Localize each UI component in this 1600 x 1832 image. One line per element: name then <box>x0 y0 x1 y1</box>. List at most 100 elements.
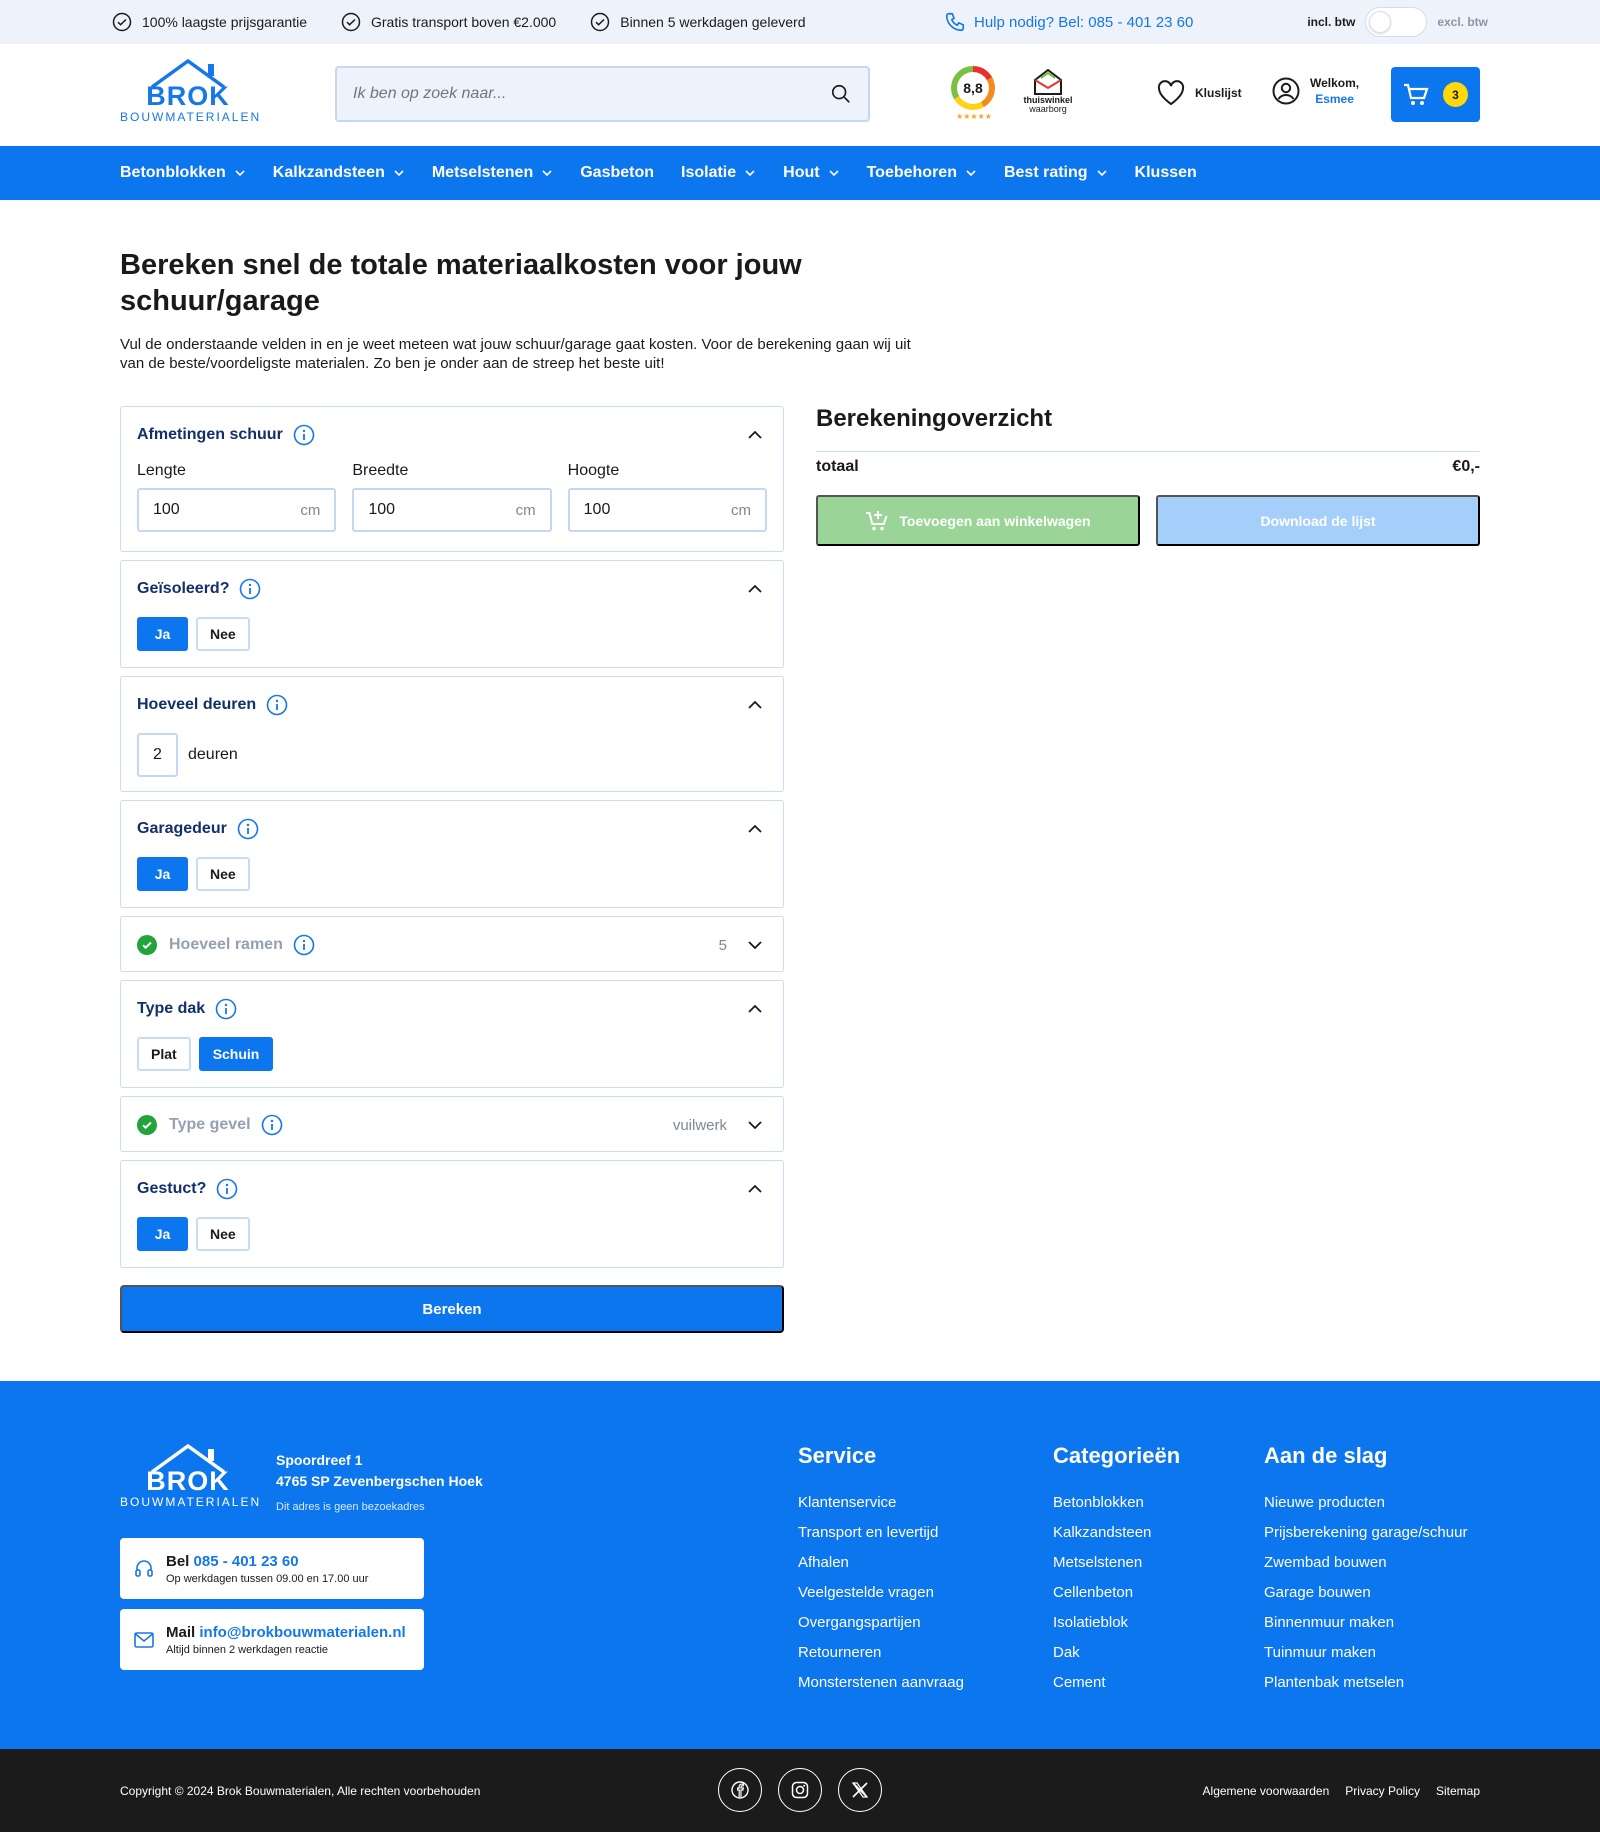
footer-link[interactable]: Monsterstenen aanvraag <box>798 1668 964 1698</box>
footer-link[interactable]: Garage bouwen <box>1264 1578 1467 1608</box>
wishlist-link[interactable]: Kluslijst <box>1157 80 1242 106</box>
footer-link[interactable]: Nieuwe producten <box>1264 1488 1467 1518</box>
thuiswinkel-badge[interactable]: thuiswinkel waarborg <box>1018 68 1078 114</box>
footer-link[interactable]: Zwembad bouwen <box>1264 1548 1467 1578</box>
check-circle-icon <box>341 12 361 32</box>
nav-item-kalkzandsteen[interactable]: Kalkzandsteen <box>273 164 405 182</box>
logo-subtitle: BOUWMATERIALEN <box>120 1495 262 1509</box>
footer-link[interactable]: Binnenmuur maken <box>1264 1608 1467 1638</box>
info-icon[interactable] <box>293 424 315 446</box>
help-phone-link[interactable]: Hulp nodig? Bel: 085 - 401 23 60 <box>944 0 1193 44</box>
nav-item-metselstenen[interactable]: Metselstenen <box>432 164 553 182</box>
windows-header[interactable]: Hoeveel ramen 5 <box>121 917 783 973</box>
mail-link[interactable]: info@brokbouwmaterialen.nl <box>199 1624 405 1641</box>
download-list-button[interactable]: Download de lijst <box>1156 495 1480 546</box>
instagram-icon[interactable] <box>778 1768 822 1812</box>
chevron-up-icon[interactable] <box>747 1001 763 1017</box>
info-icon[interactable] <box>261 1114 283 1136</box>
calculate-button[interactable]: Bereken <box>120 1285 784 1333</box>
review-rating-badge[interactable]: 8,8 ★★★★★ <box>951 66 997 121</box>
legal-link[interactable]: Algemene voorwaarden <box>1203 1784 1330 1798</box>
dimension-fields: Lengte 100 cm Breedte 100 cm Hoogte 100 cm <box>121 462 783 532</box>
footer-call-box[interactable]: Bel 085 - 401 23 60 Op werkdagen tussen … <box>120 1538 424 1599</box>
info-icon[interactable] <box>216 1178 238 1200</box>
x-twitter-icon[interactable] <box>838 1768 882 1812</box>
footer-link[interactable]: Isolatieblok <box>1053 1608 1180 1638</box>
search-icon[interactable] <box>830 83 852 105</box>
footer-link[interactable]: Cement <box>1053 1668 1180 1698</box>
roof-type-options: Plat Schuin <box>121 1037 783 1071</box>
footer-column-categories: Categorieën Betonblokken Kalkzandsteen Met… <box>1053 1443 1180 1698</box>
logo[interactable]: BROK BOUWMATERIALEN <box>120 58 259 134</box>
windows-section: Hoeveel ramen 5 <box>120 916 784 972</box>
footer-link[interactable]: Transport en levertijd <box>798 1518 964 1548</box>
vat-toggle[interactable] <box>1365 7 1428 37</box>
search-input[interactable] <box>353 85 793 103</box>
dimensions-header[interactable]: Afmetingen schuur <box>121 407 783 462</box>
roof-type-header[interactable]: Type dak <box>121 981 783 1037</box>
add-to-cart-button[interactable]: Toevoegen aan winkelwagen <box>816 495 1140 546</box>
nav-item-hout[interactable]: Hout <box>783 164 839 182</box>
info-icon[interactable] <box>215 998 237 1020</box>
footer-link[interactable]: Cellenbeton <box>1053 1578 1180 1608</box>
chevron-up-icon[interactable] <box>747 697 763 713</box>
cart-button[interactable]: 3 <box>1391 67 1480 122</box>
chevron-down-icon[interactable] <box>747 1117 763 1133</box>
chevron-up-icon[interactable] <box>747 427 763 443</box>
nav-item-isolatie[interactable]: Isolatie <box>681 164 756 182</box>
nav-item-klussen[interactable]: Klussen <box>1135 164 1197 182</box>
doors-input[interactable]: 2 <box>137 733 178 777</box>
insulated-header[interactable]: Geïsoleerd? <box>121 561 783 617</box>
legal-link[interactable]: Sitemap <box>1436 1784 1480 1798</box>
account-link[interactable]: Welkom, Esmee <box>1272 75 1359 107</box>
info-icon[interactable] <box>266 694 288 716</box>
footer-logo[interactable]: BROK BOUWMATERIALEN <box>120 1443 262 1509</box>
plastered-yes-button[interactable]: Ja <box>137 1217 188 1251</box>
footer-link[interactable]: Retourneren <box>798 1638 964 1668</box>
garage-door-no-button[interactable]: Nee <box>196 857 250 891</box>
facade-type-header[interactable]: Type gevel vuilwerk <box>121 1097 783 1153</box>
chevron-down-icon[interactable] <box>747 937 763 953</box>
plastered-no-button[interactable]: Nee <box>196 1217 250 1251</box>
address-line-2: 4765 SP Zevenbergschen Hoek <box>276 1473 483 1489</box>
footer-link[interactable]: Plantenbak metselen <box>1264 1668 1467 1698</box>
footer-link[interactable]: Prijsberekening garage/schuur <box>1264 1518 1467 1548</box>
height-input[interactable]: 100 cm <box>567 488 767 532</box>
height-field: Hoogte 100 cm <box>567 462 767 532</box>
footer-link[interactable]: Veelgestelde vragen <box>798 1578 964 1608</box>
info-icon[interactable] <box>293 934 315 956</box>
insulated-no-button[interactable]: Nee <box>196 617 250 651</box>
chevron-up-icon[interactable] <box>747 1181 763 1197</box>
length-input[interactable]: 100 cm <box>137 488 337 532</box>
footer-link[interactable]: Afhalen <box>798 1548 964 1578</box>
legal-link[interactable]: Privacy Policy <box>1345 1784 1420 1798</box>
width-field: Breedte 100 cm <box>352 462 552 532</box>
info-icon[interactable] <box>239 578 261 600</box>
info-icon[interactable] <box>237 818 259 840</box>
footer-link[interactable]: Dak <box>1053 1638 1180 1668</box>
footer-link[interactable]: Metselstenen <box>1053 1548 1180 1578</box>
footer-link[interactable]: Klantenservice <box>798 1488 964 1518</box>
footer-link[interactable]: Overgangspartijen <box>798 1608 964 1638</box>
roof-flat-button[interactable]: Plat <box>137 1037 191 1071</box>
chevron-up-icon[interactable] <box>747 581 763 597</box>
garage-door-header[interactable]: Garagedeur <box>121 801 783 857</box>
facebook-icon[interactable] <box>718 1768 762 1812</box>
call-phone-link[interactable]: 085 - 401 23 60 <box>194 1553 299 1570</box>
nav-item-betonblokken[interactable]: Betonblokken <box>120 164 246 182</box>
insulated-options: Ja Nee <box>121 617 783 651</box>
width-input[interactable]: 100 cm <box>352 488 552 532</box>
footer-link[interactable]: Kalkzandsteen <box>1053 1518 1180 1548</box>
garage-door-yes-button[interactable]: Ja <box>137 857 188 891</box>
nav-item-best-rating[interactable]: Best rating <box>1004 164 1108 182</box>
footer-link[interactable]: Tuinmuur maken <box>1264 1638 1467 1668</box>
roof-pitched-button[interactable]: Schuin <box>198 1037 274 1071</box>
plastered-header[interactable]: Gestuct? <box>121 1161 783 1217</box>
doors-header[interactable]: Hoeveel deuren <box>121 677 783 733</box>
insulated-yes-button[interactable]: Ja <box>137 617 188 651</box>
nav-item-gasbeton[interactable]: Gasbeton <box>580 164 654 182</box>
footer-mail-box[interactable]: Mail info@brokbouwmaterialen.nl Altijd b… <box>120 1609 424 1670</box>
nav-item-toebehoren[interactable]: Toebehoren <box>867 164 977 182</box>
chevron-up-icon[interactable] <box>747 821 763 837</box>
footer-link[interactable]: Betonblokken <box>1053 1488 1180 1518</box>
